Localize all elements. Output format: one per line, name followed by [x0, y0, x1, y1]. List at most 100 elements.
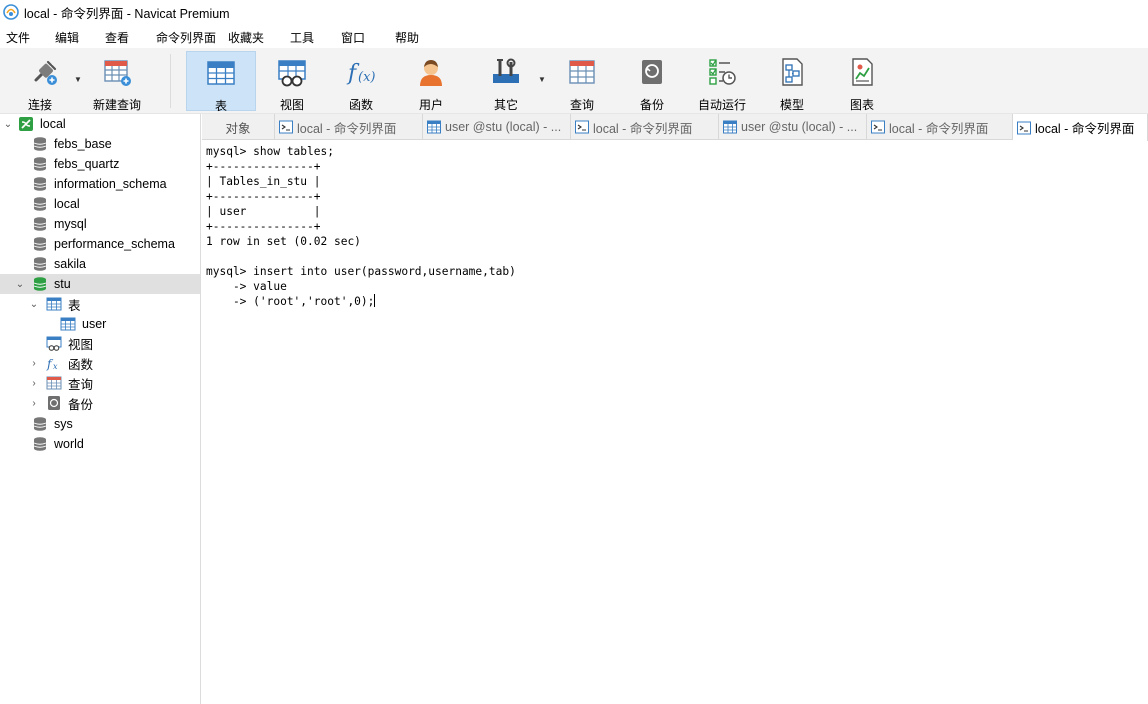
tab-console-2[interactable]: local - 命令列界面: [571, 114, 719, 140]
tree-label: febs_base: [54, 137, 112, 151]
connect-button[interactable]: 连接 ▼: [14, 51, 82, 112]
tree-db-stu[interactable]: ⌄ stu: [0, 274, 200, 294]
database-icon: [33, 197, 47, 211]
backup-icon: [636, 56, 668, 88]
tree-label: performance_schema: [54, 237, 175, 251]
tree-label: 查询: [68, 377, 94, 392]
auto-run-icon: [706, 56, 738, 88]
new-query-label: 新建查询: [92, 98, 141, 112]
tree-table-user[interactable]: user: [0, 314, 200, 334]
tree-label: local: [54, 197, 80, 211]
tree-group-queries[interactable]: › 查询: [0, 373, 200, 393]
text-caret: [374, 294, 376, 307]
database-open-icon: [33, 277, 47, 291]
tree-group-tables[interactable]: ⌄ 表: [0, 294, 200, 314]
tree-label: 备份: [68, 397, 94, 412]
view-icon: [276, 56, 308, 88]
tree-db-world[interactable]: world: [0, 434, 200, 454]
table-icon: [723, 120, 737, 134]
tree-group-backups[interactable]: › 备份: [0, 393, 200, 413]
console-text[interactable]: mysql> show tables; +---------------+ | …: [206, 144, 1144, 309]
backup-icon: [48, 396, 60, 410]
menu-help[interactable]: 帮助: [395, 29, 419, 46]
console-line: +---------------+: [206, 220, 321, 233]
console-line: +---------------+: [206, 190, 321, 203]
user-label: 用户: [418, 98, 443, 112]
database-icon: [33, 137, 47, 151]
chevron-down-icon[interactable]: ⌄: [29, 299, 39, 310]
tree-db-sys[interactable]: sys: [0, 414, 200, 434]
menu-file[interactable]: 文件: [6, 29, 30, 46]
new-query-button[interactable]: 新建查询: [88, 51, 146, 112]
query-icon: [566, 56, 598, 88]
auto-run-button[interactable]: 自动运行: [692, 51, 752, 112]
chevron-down-icon[interactable]: ⌄: [15, 279, 25, 290]
tree-label: 表: [68, 298, 81, 313]
tab-console-1[interactable]: local - 命令列界面: [275, 114, 423, 140]
toolbar-separator: [170, 54, 171, 108]
tree-label: information_schema: [54, 177, 167, 191]
user-icon: [415, 56, 447, 88]
tree-db-performance-schema[interactable]: performance_schema: [0, 234, 200, 254]
menu-console[interactable]: 命令列界面: [156, 29, 216, 46]
function-icon: f (x): [345, 56, 377, 88]
connect-dropdown-icon[interactable]: ▼: [74, 75, 82, 84]
tab-console-active[interactable]: local - 命令列界面: [1013, 114, 1148, 141]
tab-console-3[interactable]: local - 命令列界面: [867, 114, 1013, 140]
navicat-logo-icon: [3, 4, 19, 20]
model-label: 模型: [779, 98, 804, 112]
database-icon: [33, 417, 47, 431]
backup-button[interactable]: 备份: [622, 51, 682, 112]
tab-label: 对象: [225, 121, 251, 136]
toolbar: 连接 ▼ 新建查询 表 视图 f (x) 函数 用户 其它 ▼ 查询 备份 自动…: [0, 48, 1148, 114]
tree-db-mysql[interactable]: mysql: [0, 214, 200, 234]
chart-label: 图表: [849, 98, 874, 112]
tab-label: local - 命令列界面: [593, 121, 693, 136]
menu-edit[interactable]: 编辑: [55, 29, 79, 46]
view-button[interactable]: 视图: [262, 51, 322, 112]
tab-table-user-2[interactable]: user @stu (local) - ...: [719, 114, 867, 140]
tab-label: user @stu (local) - ...: [445, 120, 562, 134]
user-button[interactable]: 用户: [401, 51, 461, 112]
chevron-right-icon[interactable]: ›: [29, 358, 39, 369]
function-label: 函数: [348, 98, 373, 112]
model-button[interactable]: 模型: [762, 51, 822, 112]
chevron-right-icon[interactable]: ›: [29, 398, 39, 409]
console-output[interactable]: mysql> show tables; +---------------+ | …: [202, 141, 1148, 704]
chevron-down-icon[interactable]: ⌄: [3, 119, 13, 130]
query-button[interactable]: 查询: [552, 51, 612, 112]
chevron-right-icon[interactable]: ›: [29, 378, 39, 389]
tab-table-user-1[interactable]: user @stu (local) - ...: [423, 114, 571, 140]
tree-db-local[interactable]: local: [0, 194, 200, 214]
tree-label: febs_quartz: [54, 157, 120, 171]
tab-objects[interactable]: 对象: [202, 114, 275, 140]
svg-text:(x): (x): [358, 70, 375, 85]
tree-label: stu: [54, 277, 71, 291]
other-button[interactable]: 其它 ▼: [476, 51, 546, 112]
other-dropdown-icon[interactable]: ▼: [538, 75, 546, 84]
tree-db-information-schema[interactable]: information_schema: [0, 174, 200, 194]
plug-icon: [28, 56, 60, 88]
menu-tools[interactable]: 工具: [290, 29, 314, 46]
tree-db-sakila[interactable]: sakila: [0, 254, 200, 274]
connect-label: 连接: [27, 98, 52, 112]
tree-label: user: [82, 317, 107, 331]
function-button[interactable]: f (x) 函数: [331, 51, 391, 112]
console-line: -> ('root','root',0);: [206, 295, 375, 308]
tree-db-febs-quartz[interactable]: febs_quartz: [0, 154, 200, 174]
console-line: mysql> show tables;: [206, 145, 334, 158]
table-icon: [60, 317, 76, 331]
menu-view[interactable]: 查看: [105, 29, 129, 46]
tree-group-views[interactable]: 视图: [0, 333, 200, 353]
menu-favorites[interactable]: 收藏夹: [228, 29, 264, 46]
chart-button[interactable]: 图表: [832, 51, 892, 112]
view-label: 视图: [279, 98, 304, 112]
tree-group-functions[interactable]: › fx 函数: [0, 353, 200, 373]
tree-label: sakila: [54, 257, 86, 271]
tree-db-febs-base[interactable]: febs_base: [0, 134, 200, 154]
chart-icon: [846, 56, 878, 88]
menu-window[interactable]: 窗口: [341, 29, 365, 46]
tree-connection-local[interactable]: ⌄ local: [0, 114, 200, 134]
table-button[interactable]: 表: [186, 51, 256, 113]
view-icon: [46, 336, 62, 351]
